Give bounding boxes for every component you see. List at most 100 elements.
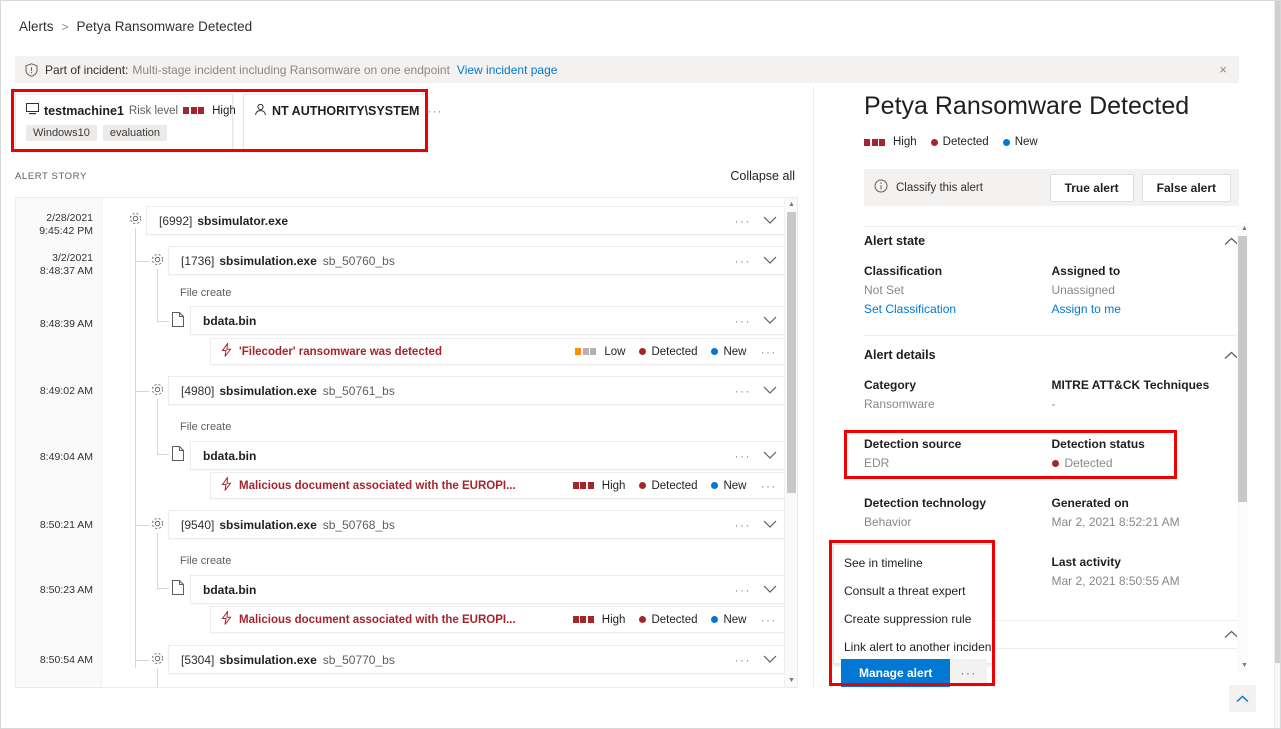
alert-state-section: Alert state Classification Not Set Set C… (864, 234, 1239, 316)
row-overflow-button[interactable]: ··· (735, 518, 752, 532)
chevron-down-icon[interactable] (763, 585, 777, 594)
device-risk-value: High (212, 104, 236, 117)
back-to-top-button[interactable] (1229, 685, 1256, 712)
timeline-time-column: 2/28/2021 9:45:42 PM 3/2/2021 8:48:37 AM 8… (16, 198, 102, 687)
manage-alert-bar: Manage alert ··· (841, 659, 987, 687)
timestamp: 8:49:02 AM (39, 385, 93, 397)
scroll-down-icon[interactable]: ▼ (785, 674, 797, 687)
tree-connector (157, 454, 169, 455)
severity-high-icon (572, 482, 594, 489)
chevron-down-icon[interactable] (763, 216, 777, 225)
row-overflow-button[interactable]: ··· (761, 613, 778, 627)
detection-name: Malicious document associated with the E… (239, 613, 516, 626)
details-pane-scrollbar[interactable]: ▲ ▼ (1237, 222, 1248, 672)
classify-alert-bar: Classify this alert True alert False ale… (864, 169, 1239, 206)
detection-icon (221, 475, 232, 494)
user-card[interactable]: NT AUTHORITY\SYSTEM ··· (243, 94, 441, 150)
timeline-row-process[interactable]: [6992] sbsimulator.exe ··· (146, 206, 786, 235)
true-alert-button[interactable]: True alert (1049, 173, 1134, 202)
incident-value: Multi-stage incident including Ransomwar… (132, 62, 450, 77)
process-name: sbsimulation.exe (219, 383, 317, 398)
page-scrollbar[interactable] (1274, 1, 1280, 728)
process-pid: [5304] (181, 652, 215, 667)
timeline-row-process[interactable]: [9540] sbsimulation.exe sb_50768_bs ··· (168, 510, 786, 539)
severity-high-icon (572, 616, 594, 623)
severity-high-icon (864, 138, 885, 146)
chevron-down-icon[interactable] (763, 316, 777, 325)
row-overflow-button[interactable]: ··· (735, 583, 752, 597)
alert-details-heading: Alert details (864, 348, 936, 362)
page-scroll-thumb[interactable] (1275, 1, 1280, 663)
breadcrumb-separator: > (61, 19, 69, 34)
timeline-row-detection[interactable]: 'Filecoder' ransomware was detected Low … (210, 338, 786, 365)
scroll-down-icon[interactable]: ▼ (1238, 659, 1251, 672)
false-alert-button[interactable]: False alert (1141, 173, 1231, 202)
severity-badge: High (572, 614, 625, 626)
timeline-row-detection[interactable]: Malicious document associated with the E… (210, 472, 786, 499)
menu-item-see-in-timeline[interactable]: See in timeline (834, 549, 992, 577)
process-name: sbsimulation.exe (219, 253, 317, 268)
timeline-row-detection[interactable]: Malicious document associated with the E… (210, 606, 786, 633)
timestamp: 3/2/2021 8:48:37 AM (39, 252, 93, 277)
chevron-down-icon[interactable] (763, 451, 777, 460)
detection-status-value-wrap: Detected (1051, 456, 1240, 470)
chevron-down-icon[interactable] (763, 655, 777, 664)
alert-story-scrollbar[interactable]: ▲ ▼ (784, 198, 797, 687)
scroll-up-icon[interactable]: ▲ (1238, 222, 1251, 235)
timeline-row-process[interactable]: [5304] sbsimulation.exe sb_50770_bs ··· (168, 645, 786, 674)
row-overflow-button[interactable]: ··· (735, 653, 752, 667)
timeline-row-file[interactable]: bdata.bin ··· (190, 575, 786, 604)
severity-high-icon (183, 107, 205, 114)
severity-badge: High (572, 480, 625, 492)
scroll-thumb[interactable] (787, 212, 796, 493)
device-card[interactable]: testmachine1 Risk level High ··· Windows… (15, 94, 258, 150)
detection-status-badge: Detected (930, 136, 989, 148)
timeline-row-process[interactable]: [4980] sbsimulation.exe sb_50761_bs ··· (168, 376, 786, 405)
generated-on-field: Generated on Mar 2, 2021 8:52:21 AM (1052, 496, 1240, 529)
breadcrumb-alerts[interactable]: Alerts (19, 19, 54, 34)
user-overflow-button[interactable]: ··· (427, 104, 442, 118)
file-name: bdata.bin (203, 313, 257, 328)
manage-alert-overflow-button[interactable]: ··· (950, 659, 987, 687)
close-icon[interactable]: × (1219, 63, 1229, 76)
alert-title-badges: High Detected New (864, 136, 1038, 148)
timeline-row-file[interactable]: bdata.bin ··· (190, 306, 786, 335)
mitre-label: MITRE ATT&CK Techniques (1051, 378, 1210, 392)
row-overflow-button[interactable]: ··· (735, 449, 752, 463)
file-name: bdata.bin (203, 582, 257, 597)
detection-status-label: Detection status (1051, 437, 1145, 451)
chevron-down-icon[interactable] (763, 520, 777, 529)
detection-technology-label: Detection technology (864, 496, 987, 510)
row-overflow-button[interactable]: ··· (735, 214, 752, 228)
tree-connector (135, 391, 149, 392)
timeline-row-process[interactable]: [1736] sbsimulation.exe sb_50760_bs ··· (168, 246, 786, 275)
timeline-row-file[interactable]: bdata.bin ··· (190, 441, 786, 470)
row-overflow-button[interactable]: ··· (735, 314, 752, 328)
device-tag[interactable]: evaluation (102, 125, 168, 141)
scroll-up-icon[interactable]: ▲ (785, 198, 797, 211)
collapse-all-button[interactable]: Collapse all (730, 169, 795, 183)
row-overflow-button[interactable]: ··· (735, 384, 752, 398)
detection-technology-field: Detection technology Behavior (864, 496, 1052, 529)
row-overflow-button[interactable]: ··· (735, 254, 752, 268)
timestamp: 2/28/2021 9:45:42 PM (39, 212, 93, 237)
classification-label: Classification (864, 264, 943, 278)
scroll-thumb[interactable] (1238, 236, 1247, 502)
chevron-down-icon[interactable] (763, 256, 777, 265)
row-overflow-button[interactable]: ··· (761, 479, 778, 493)
manage-alert-button[interactable]: Manage alert (841, 659, 951, 687)
category-value: Ransomware (864, 397, 935, 411)
menu-item-create-suppression-rule[interactable]: Create suppression rule (834, 605, 992, 633)
row-overflow-button[interactable]: ··· (761, 345, 778, 359)
detection-source-value: EDR (864, 456, 890, 470)
menu-item-link-alert-to-incident[interactable]: Link alert to another incident (834, 633, 995, 661)
process-pid: [6992] (159, 213, 193, 228)
assign-to-me-link[interactable]: Assign to me (1052, 302, 1240, 316)
set-classification-link[interactable]: Set Classification (864, 302, 1052, 316)
menu-item-consult-threat-expert[interactable]: Consult a threat expert (834, 577, 992, 605)
classification-field: Classification Not Set Set Classificatio… (864, 264, 1052, 316)
chevron-down-icon[interactable] (763, 386, 777, 395)
device-tag[interactable]: Windows10 (26, 125, 97, 141)
view-incident-page-link[interactable]: View incident page (457, 63, 558, 77)
process-icon (128, 211, 143, 231)
